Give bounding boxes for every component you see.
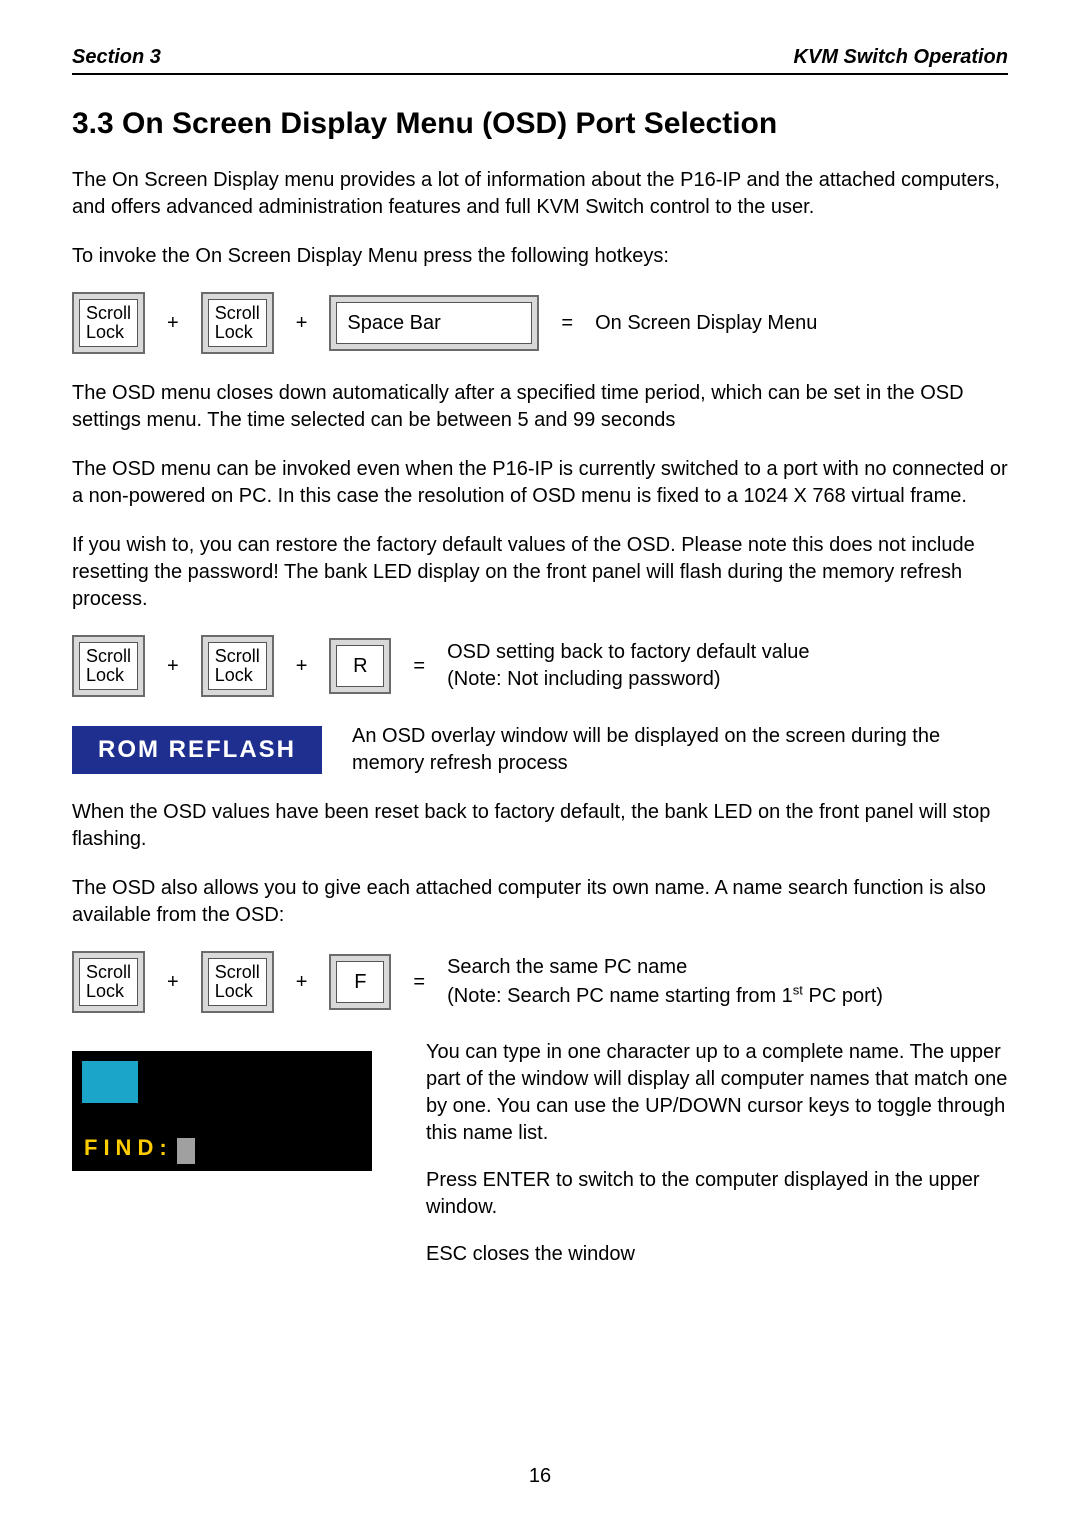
body-text: The On Screen Display menu provides a lo… [72,167,1008,221]
body-text: The OSD also allows you to give each att… [72,875,1008,929]
key-label: F [354,972,366,993]
key-scroll-lock: Scroll Lock [201,951,274,1013]
find-section: FIND: You can type in one character up t… [72,1039,1008,1288]
plus-icon: + [296,971,308,994]
page-title: 3.3 On Screen Display Menu (OSD) Port Se… [72,107,1008,141]
key-scroll-lock: Scroll Lock [72,292,145,354]
key-label: Lock [215,323,260,342]
plus-icon: + [167,312,179,335]
find-window: FIND: [72,1051,372,1171]
page-header: Section 3 KVM Switch Operation [72,46,1008,75]
find-explanation: You can type in one character up to a co… [426,1039,1008,1288]
key-label: R [353,656,367,677]
hotkey-row-search: Scroll Lock + Scroll Lock + F = Search t… [72,951,1008,1013]
header-section: Section 3 [72,46,161,69]
key-scroll-lock: Scroll Lock [72,635,145,697]
plus-icon: + [167,971,179,994]
equals-icon: = [561,312,573,335]
page-number: 16 [0,1465,1080,1488]
key-scroll-lock: Scroll Lock [201,292,274,354]
plus-icon: + [296,655,308,678]
body-text: The OSD menu can be invoked even when th… [72,456,1008,510]
rom-reflash-text: An OSD overlay window will be displayed … [352,723,1008,777]
find-result-highlight [82,1061,138,1103]
equals-icon: = [413,655,425,678]
hotkey-result: On Screen Display Menu [595,310,817,337]
body-text: When the OSD values have been reset back… [72,799,1008,853]
plus-icon: + [296,312,308,335]
key-scroll-lock: Scroll Lock [72,951,145,1013]
result-line: (Note: Search PC name starting from 1st … [447,985,883,1007]
result-line: (Note: Not including password) [447,668,720,690]
hotkey-row-factory-reset: Scroll Lock + Scroll Lock + R = OSD sett… [72,635,1008,697]
key-label: Lock [215,982,260,1001]
key-scroll-lock: Scroll Lock [201,635,274,697]
document-page: Section 3 KVM Switch Operation 3.3 On Sc… [0,0,1080,1528]
find-prompt: FIND: [84,1135,195,1161]
body-text: If you wish to, you can restore the fact… [72,532,1008,613]
key-space-bar: Space Bar [329,295,539,351]
body-text: The OSD menu closes down automatically a… [72,380,1008,434]
hotkey-row-osd: Scroll Lock + Scroll Lock + Space Bar = … [72,292,1008,354]
equals-icon: = [413,971,425,994]
key-label: Lock [86,982,131,1001]
body-text: You can type in one character up to a co… [426,1039,1008,1147]
key-label: Lock [215,666,260,685]
key-f: F [329,954,391,1010]
key-label: Scroll [215,304,260,323]
body-text: ESC closes the window [426,1241,1008,1268]
key-label: Scroll [86,647,131,666]
rom-reflash-badge: ROM REFLASH [72,726,322,774]
result-line: Search the same PC name [447,956,687,978]
key-label: Scroll [215,647,260,666]
key-label: Scroll [215,963,260,982]
key-label: Scroll [86,304,131,323]
header-title: KVM Switch Operation [794,46,1008,69]
hotkey-result: OSD setting back to factory default valu… [447,639,809,693]
key-r: R [329,638,391,694]
key-label: Lock [86,666,131,685]
plus-icon: + [167,655,179,678]
key-label: Scroll [86,963,131,982]
key-label: Space Bar [347,313,440,334]
body-text: To invoke the On Screen Display Menu pre… [72,243,1008,270]
rom-reflash-row: ROM REFLASH An OSD overlay window will b… [72,723,1008,777]
body-text: Press ENTER to switch to the computer di… [426,1167,1008,1221]
find-label-text: FIND: [84,1135,173,1161]
hotkey-result: Search the same PC name (Note: Search PC… [447,954,883,1010]
key-label: Lock [86,323,131,342]
find-cursor-icon [177,1138,195,1164]
result-line: OSD setting back to factory default valu… [447,641,809,663]
